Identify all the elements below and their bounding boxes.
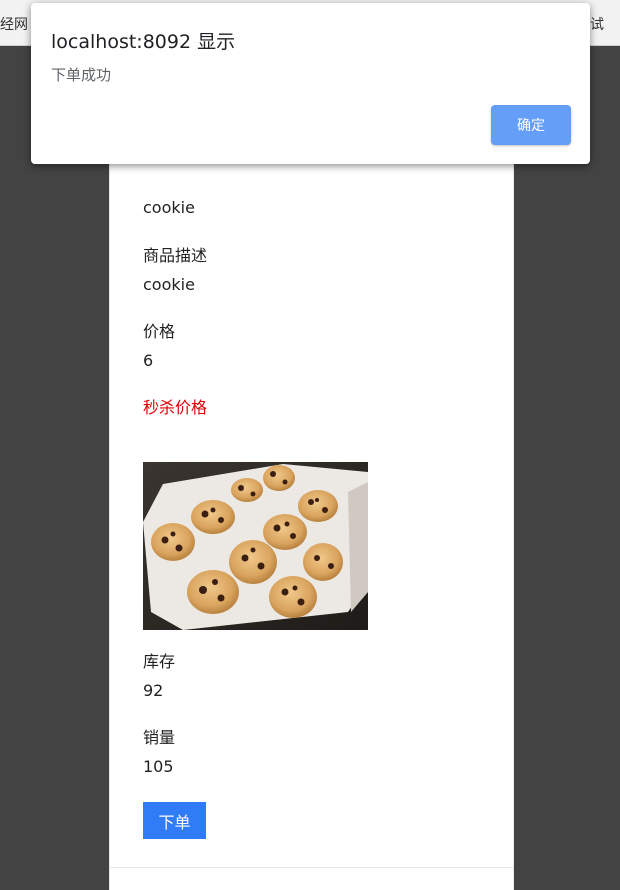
bookmark-item-right[interactable]: 试 bbox=[590, 14, 604, 34]
product-card: cookie 商品描述 cookie 价格 6 秒杀价格 库存 92 销量 10… bbox=[109, 46, 514, 890]
confirm-button[interactable]: 确定 bbox=[491, 105, 571, 145]
seckill-price-label: 秒杀价格 bbox=[143, 398, 208, 417]
sales-label: 销量 bbox=[143, 728, 176, 747]
description-label: 商品描述 bbox=[143, 246, 208, 265]
card-divider bbox=[110, 867, 513, 868]
price-value: 6 bbox=[143, 351, 154, 370]
product-image bbox=[143, 462, 368, 630]
bookmark-item-left[interactable]: 经网 bbox=[0, 14, 30, 34]
product-name: cookie bbox=[143, 198, 195, 217]
dialog-title: localhost:8092 显示 bbox=[51, 31, 236, 53]
stock-value: 92 bbox=[143, 681, 164, 700]
dialog-message: 下单成功 bbox=[51, 66, 112, 84]
stock-label: 库存 bbox=[143, 652, 176, 671]
alert-dialog: localhost:8092 显示 下单成功 确定 bbox=[31, 3, 590, 164]
price-label: 价格 bbox=[143, 322, 176, 341]
place-order-button[interactable]: 下单 bbox=[143, 802, 206, 839]
sales-value: 105 bbox=[143, 757, 174, 776]
description-value: cookie bbox=[143, 275, 195, 294]
